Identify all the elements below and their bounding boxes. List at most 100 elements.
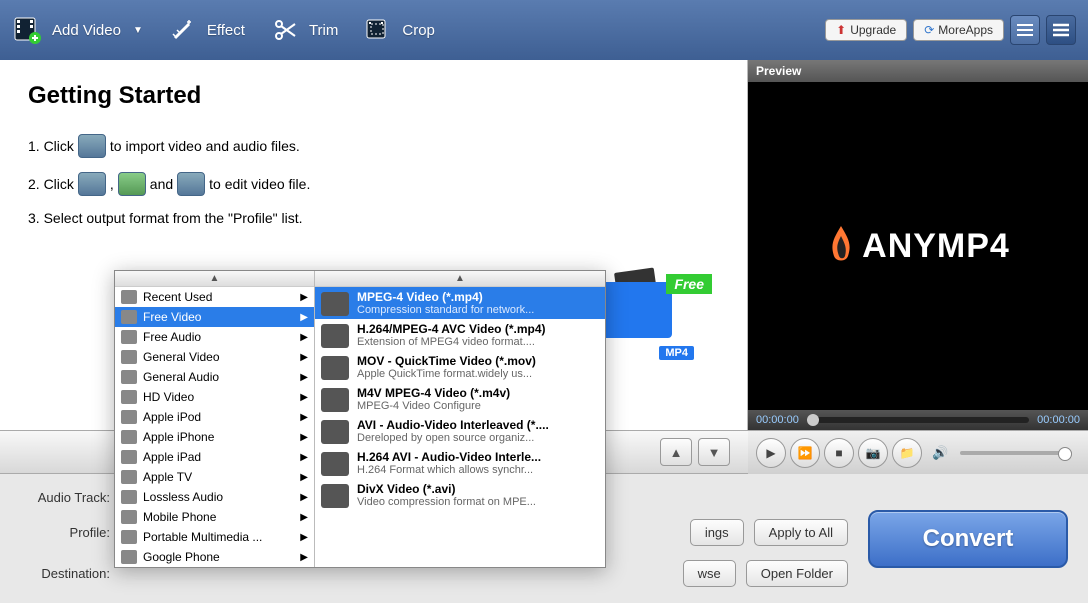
browse-button[interactable]: wse	[683, 560, 736, 587]
upload-icon: ⬆	[836, 23, 846, 37]
moreapps-label: MoreApps	[938, 23, 993, 37]
destination-label: Destination:	[20, 566, 110, 581]
snapshot-button[interactable]: 📷	[858, 438, 888, 468]
format-item[interactable]: DivX Video (*.avi)Video compression form…	[315, 479, 605, 511]
forward-icon: ⏩	[798, 446, 813, 460]
refresh-icon: ⟳	[924, 23, 934, 37]
format-icon	[321, 484, 349, 508]
chevron-right-icon: ▶	[300, 432, 308, 443]
format-item[interactable]: AVI - Audio-Video Interleaved (*....Dere…	[315, 415, 605, 447]
film-add-icon	[12, 14, 44, 46]
category-list: ▲ Recent Used▶Free Video▶Free Audio▶Gene…	[115, 271, 315, 567]
wand-icon	[167, 14, 199, 46]
list-view-button[interactable]	[1010, 15, 1040, 45]
volume-slider[interactable]	[960, 451, 1072, 455]
time-total: 00:00:00	[1037, 414, 1080, 426]
category-item[interactable]: Apple iPad▶	[115, 447, 314, 467]
convert-area: Convert	[868, 490, 1068, 587]
category-icon	[121, 550, 137, 564]
crop-button[interactable]: Crop	[362, 14, 435, 46]
category-item[interactable]: Free Audio▶	[115, 327, 314, 347]
category-item[interactable]: Apple iPod▶	[115, 407, 314, 427]
chevron-right-icon: ▶	[300, 392, 308, 403]
trim-button[interactable]: Trim	[269, 14, 338, 46]
menu-button[interactable]	[1046, 15, 1076, 45]
category-item[interactable]: Lossless Audio▶	[115, 487, 314, 507]
format-icon	[321, 324, 349, 348]
chevron-right-icon: ▶	[300, 372, 308, 383]
category-item[interactable]: Recent Used▶	[115, 287, 314, 307]
category-icon	[121, 290, 137, 304]
player-controls: ▶ ⏩ ■ 📷 📁 🔊	[748, 430, 1088, 474]
crop-icon	[362, 14, 394, 46]
scissors-icon	[118, 172, 146, 196]
format-icon	[321, 356, 349, 380]
flame-icon	[826, 226, 856, 266]
chevron-right-icon: ▶	[300, 532, 308, 543]
category-icon	[121, 470, 137, 484]
format-item[interactable]: H.264/MPEG-4 AVC Video (*.mp4)Extension …	[315, 319, 605, 351]
scroll-up-button[interactable]: ▲	[315, 271, 605, 287]
chevron-right-icon: ▶	[300, 552, 308, 563]
format-item[interactable]: MPEG-4 Video (*.mp4)Compression standard…	[315, 287, 605, 319]
camera-icon: 📷	[866, 446, 881, 460]
timeline[interactable]: 00:00:00 00:00:00	[748, 410, 1088, 430]
move-up-button[interactable]: ▲	[660, 438, 692, 466]
category-item[interactable]: Apple iPhone▶	[115, 427, 314, 447]
chevron-right-icon: ▶	[300, 492, 308, 503]
crop-icon	[177, 172, 205, 196]
main-toolbar: Add Video ▼ Effect Trim Crop ⬆ Upgrade ⟳…	[0, 0, 1088, 60]
category-item[interactable]: Apple TV▶	[115, 467, 314, 487]
folder-button[interactable]: 📁	[892, 438, 922, 468]
brand-logo: ANYMP4	[826, 226, 1010, 266]
trim-label: Trim	[309, 22, 338, 39]
format-item[interactable]: M4V MPEG-4 Video (*.m4v)MPEG-4 Video Con…	[315, 383, 605, 415]
category-icon	[121, 370, 137, 384]
chevron-right-icon: ▶	[300, 452, 308, 463]
format-item[interactable]: H.264 AVI - Audio-Video Interle...H.264 …	[315, 447, 605, 479]
arrow-up-icon: ▲	[670, 445, 683, 460]
chevron-right-icon: ▶	[300, 412, 308, 423]
convert-button[interactable]: Convert	[868, 510, 1068, 568]
timeline-slider[interactable]	[807, 417, 1029, 423]
category-item[interactable]: General Audio▶	[115, 367, 314, 387]
format-icon	[321, 420, 349, 444]
category-item[interactable]: General Video▶	[115, 347, 314, 367]
play-button[interactable]: ▶	[756, 438, 786, 468]
format-icon	[321, 388, 349, 412]
settings-button[interactable]: ings	[690, 519, 744, 546]
category-item[interactable]: HD Video▶	[115, 387, 314, 407]
apply-all-button[interactable]: Apply to All	[754, 519, 848, 546]
forward-button[interactable]: ⏩	[790, 438, 820, 468]
preview-panel: Preview ANYMP4 00:00:00 00:00:00	[748, 60, 1088, 430]
category-item[interactable]: Portable Multimedia ...▶	[115, 527, 314, 547]
speaker-icon: 🔊	[932, 445, 948, 461]
move-down-button[interactable]: ▼	[698, 438, 730, 466]
category-icon	[121, 510, 137, 524]
moreapps-button[interactable]: ⟳ MoreApps	[913, 19, 1004, 41]
category-item[interactable]: Google Phone▶	[115, 547, 314, 567]
chevron-right-icon: ▶	[300, 292, 308, 303]
category-icon	[121, 430, 137, 444]
add-video-button[interactable]: Add Video ▼	[12, 14, 143, 46]
preview-title: Preview	[748, 60, 1088, 82]
scissors-icon	[269, 14, 301, 46]
category-icon	[121, 310, 137, 324]
stop-button[interactable]: ■	[824, 438, 854, 468]
page-title: Getting Started	[28, 82, 719, 110]
scroll-up-button[interactable]: ▲	[115, 271, 314, 287]
category-icon	[121, 450, 137, 464]
format-item[interactable]: MOV - QuickTime Video (*.mov)Apple Quick…	[315, 351, 605, 383]
open-folder-button[interactable]: Open Folder	[746, 560, 848, 587]
play-icon: ▶	[766, 446, 775, 460]
folder-icon	[602, 282, 672, 338]
profile-label: Profile:	[20, 525, 110, 540]
category-item[interactable]: Free Video▶	[115, 307, 314, 327]
upgrade-label: Upgrade	[850, 23, 896, 37]
effect-button[interactable]: Effect	[167, 14, 245, 46]
category-item[interactable]: Mobile Phone▶	[115, 507, 314, 527]
chevron-down-icon: ▼	[133, 25, 143, 36]
folder-icon: 📁	[900, 446, 915, 460]
upgrade-button[interactable]: ⬆ Upgrade	[825, 19, 907, 41]
chevron-right-icon: ▶	[300, 352, 308, 363]
